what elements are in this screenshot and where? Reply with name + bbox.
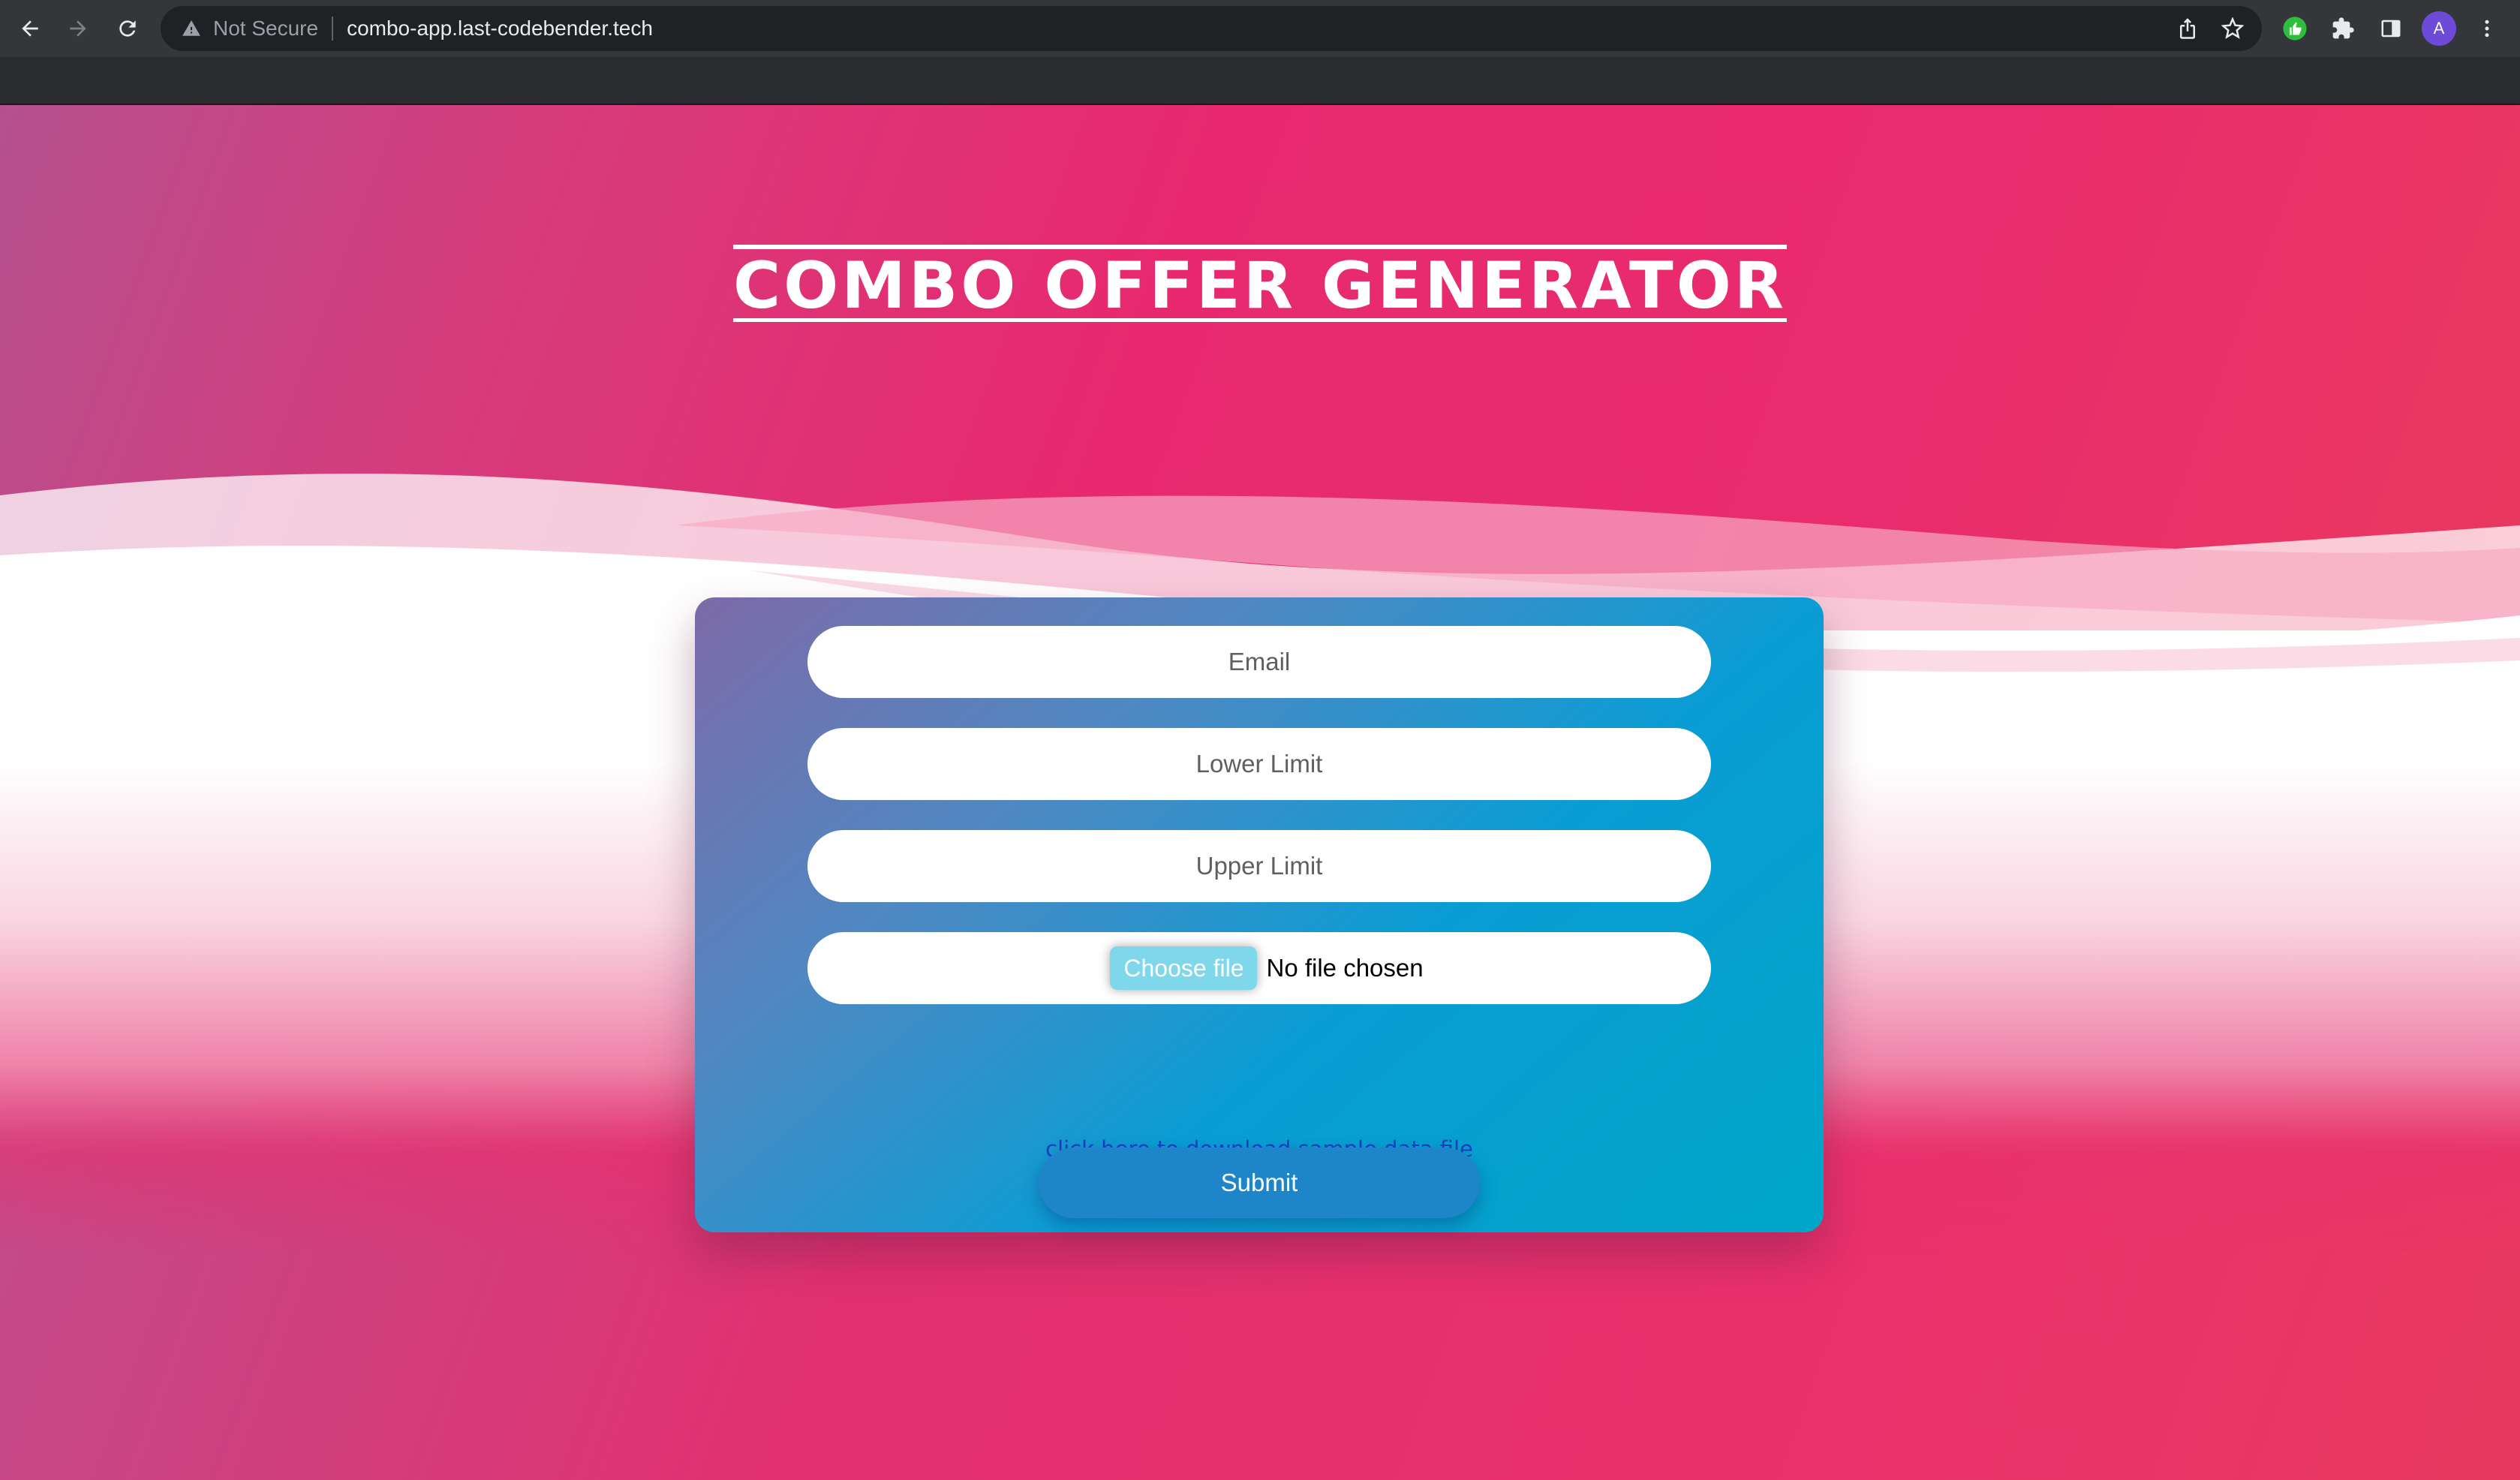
upper-limit-input[interactable] bbox=[807, 830, 1711, 902]
lower-limit-input[interactable] bbox=[807, 728, 1711, 800]
forward-button[interactable] bbox=[60, 11, 96, 47]
reload-button[interactable] bbox=[110, 11, 146, 47]
forward-arrow-icon bbox=[70, 20, 86, 37]
warning-icon bbox=[182, 20, 200, 36]
share-icon[interactable] bbox=[2176, 17, 2199, 40]
page-viewport: COMBO OFFER GENERATOR Choose file No fil… bbox=[0, 105, 2520, 1480]
url-text[interactable]: combo-app.last-codebender.tech bbox=[347, 17, 653, 41]
email-input[interactable] bbox=[807, 626, 1711, 698]
bookmarks-bar bbox=[0, 57, 2520, 105]
choose-file-button[interactable]: Choose file bbox=[1110, 946, 1258, 990]
security-status[interactable]: Not Secure bbox=[213, 17, 318, 41]
side-panel-icon[interactable] bbox=[2373, 11, 2409, 47]
submit-button[interactable]: Submit bbox=[1039, 1148, 1480, 1218]
combo-offer-form: Choose file No file chosen click here to… bbox=[695, 597, 1824, 1232]
back-arrow-icon bbox=[22, 20, 38, 37]
bookmark-star-icon[interactable] bbox=[2221, 17, 2244, 40]
reload-icon bbox=[119, 20, 136, 37]
profile-avatar[interactable]: A bbox=[2421, 11, 2457, 47]
browser-chrome: Not Secure combo-app.last-codebender.tec… bbox=[0, 0, 2520, 105]
extension-thumbs-up-icon[interactable] bbox=[2277, 11, 2313, 47]
browser-menu-icon[interactable] bbox=[2469, 11, 2505, 47]
omnibox-actions bbox=[2176, 6, 2244, 51]
file-status-text: No file chosen bbox=[1266, 954, 1424, 982]
profile-initial: A bbox=[2422, 11, 2456, 46]
page-title-text: COMBO OFFER GENERATOR bbox=[732, 244, 1788, 322]
back-button[interactable] bbox=[12, 11, 48, 47]
browser-toolbar: Not Secure combo-app.last-codebender.tec… bbox=[0, 0, 2520, 57]
file-upload-field: Choose file No file chosen bbox=[807, 932, 1711, 1004]
address-bar[interactable]: Not Secure combo-app.last-codebender.tec… bbox=[161, 6, 2262, 51]
extensions-puzzle-icon[interactable] bbox=[2325, 11, 2361, 47]
omnibox-divider bbox=[332, 17, 334, 41]
page-title: COMBO OFFER GENERATOR bbox=[0, 244, 2520, 323]
